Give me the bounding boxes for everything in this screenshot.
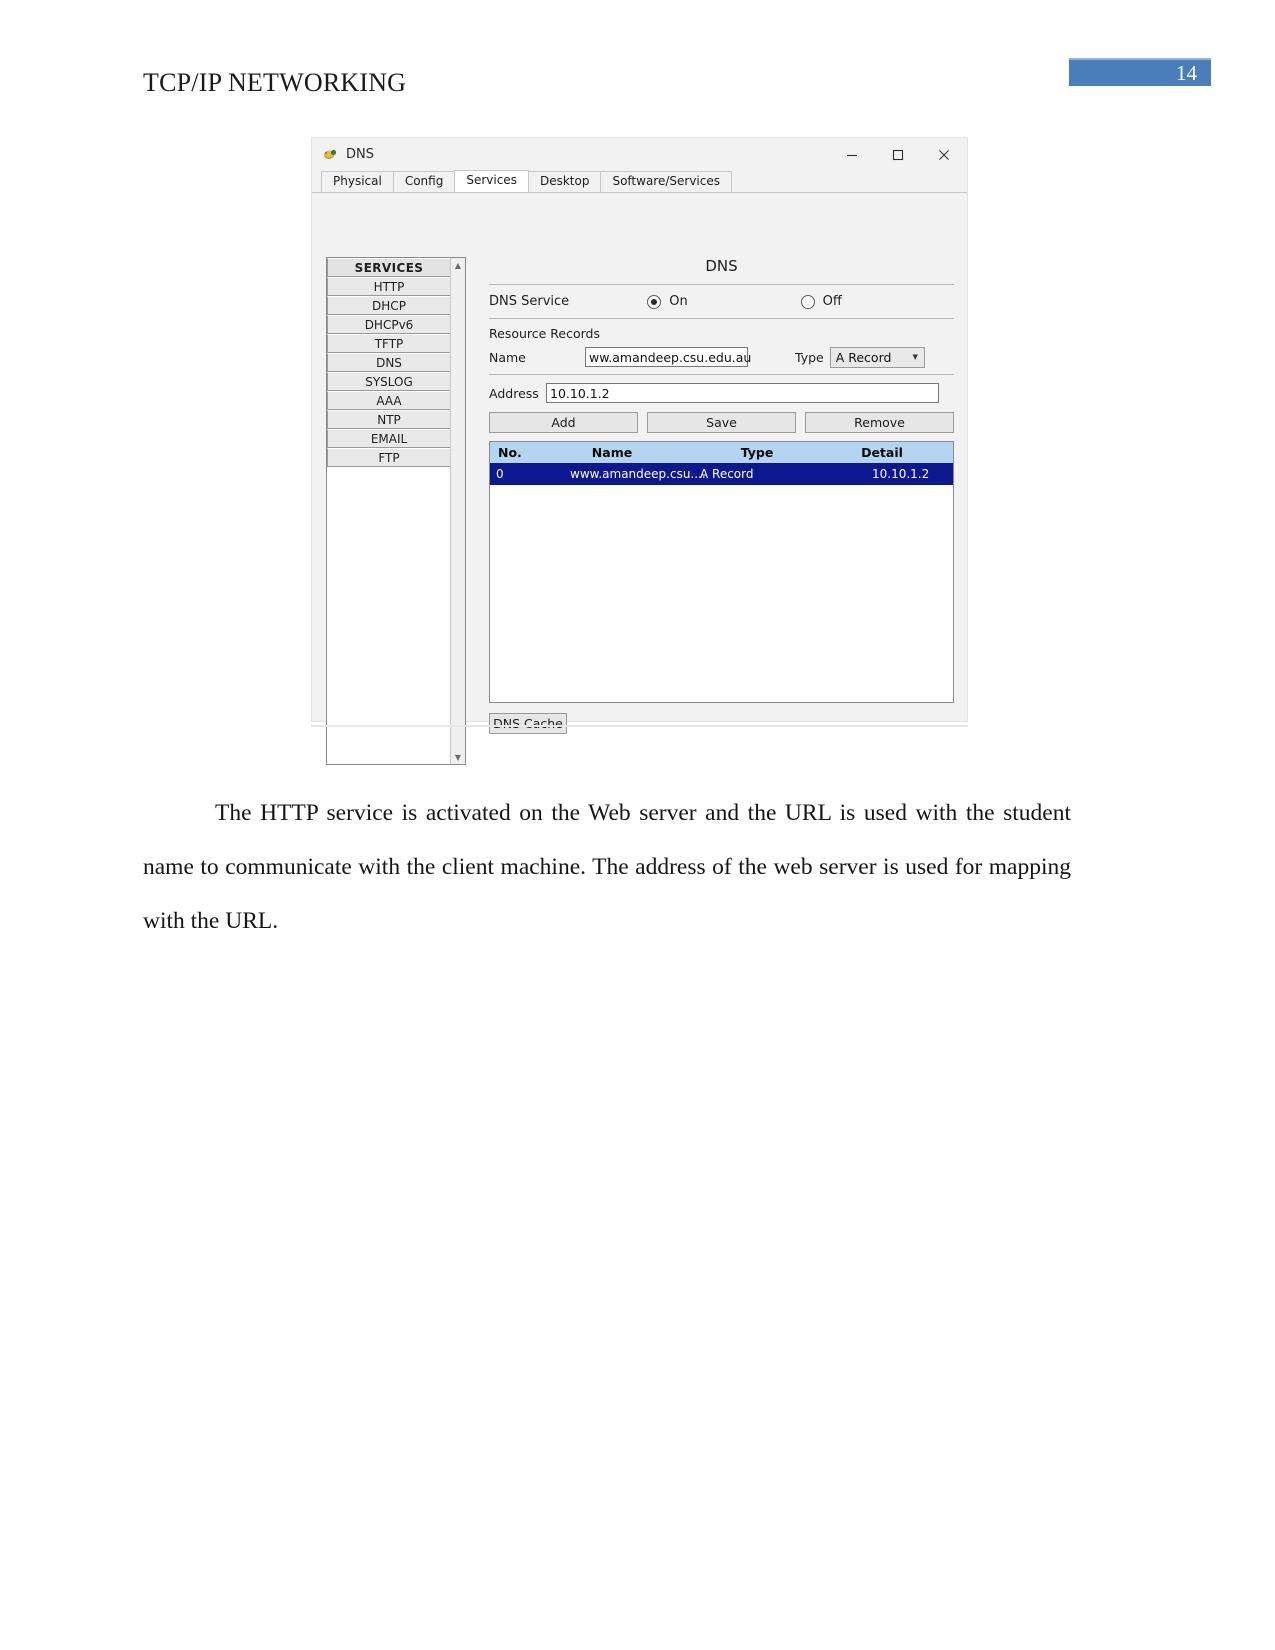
table-row[interactable]: 0 www.amandeep.csu.... A Record 10.10.1.… <box>490 463 953 485</box>
window-title: DNS <box>346 147 374 162</box>
address-input[interactable]: 10.10.1.2 <box>546 383 939 403</box>
dns-config-window: DNS Physical Config Services Desktop Sof… <box>311 137 968 765</box>
document-page: TCP/IP NETWORKING 14 DNS Physical Config… <box>0 0 1275 1650</box>
table-header-row: No. Name Type Detail <box>490 442 953 463</box>
sidebar-item-dhcpv6[interactable]: DHCPv6 <box>327 315 451 334</box>
maximize-icon[interactable] <box>875 138 921 171</box>
sidebar-item-http[interactable]: HTTP <box>327 277 451 296</box>
services-list-header: SERVICES <box>327 258 451 277</box>
page-number-badge: 14 <box>1069 58 1211 86</box>
tab-physical[interactable]: Physical <box>321 171 394 192</box>
page-header-title: TCP/IP NETWORKING <box>143 68 407 97</box>
radio-off-group[interactable]: Off <box>800 294 954 309</box>
sidebar-item-email[interactable]: EMAIL <box>327 429 451 448</box>
remove-button[interactable]: Remove <box>805 412 954 433</box>
window-titlebar: DNS <box>312 138 967 171</box>
pane-title: DNS <box>705 257 738 275</box>
dns-pane: DNS DNS Service On Off Resource Records <box>489 257 954 734</box>
cell-type: A Record <box>700 467 754 481</box>
radio-on-label: On <box>669 294 688 309</box>
sidebar-item-ntp[interactable]: NTP <box>327 410 451 429</box>
dns-cache-button[interactable]: DNS Cache <box>489 713 567 734</box>
radio-off-icon[interactable] <box>800 294 815 309</box>
sidebar-scrollbar[interactable]: ▲ ▼ <box>450 258 465 764</box>
screenshot-bottom-rule <box>311 725 968 727</box>
column-header-type: Type <box>740 445 774 460</box>
dns-service-label: DNS Service <box>489 294 570 309</box>
tab-desktop[interactable]: Desktop <box>527 171 602 192</box>
scroll-up-icon[interactable]: ▲ <box>451 258 465 272</box>
sidebar-item-dns[interactable]: DNS <box>327 353 451 372</box>
radio-on-icon[interactable] <box>647 294 662 309</box>
window-controls <box>829 138 967 171</box>
window-content: SERVICES HTTP DHCP DHCPv6 TFTP DNS SYSLO… <box>312 193 967 765</box>
address-row: Address 10.10.1.2 <box>489 382 954 404</box>
cell-name: www.amandeep.csu.... <box>570 467 706 481</box>
resource-records-table: No. Name Type Detail 0 www.amandeep.csu.… <box>489 441 954 703</box>
tab-software-services[interactable]: Software/Services <box>600 171 732 192</box>
scroll-down-icon[interactable]: ▼ <box>451 750 465 764</box>
column-header-name: Name <box>591 445 633 460</box>
sidebar-item-dhcp[interactable]: DHCP <box>327 296 451 315</box>
tab-strip: Physical Config Services Desktop Softwar… <box>312 170 967 193</box>
name-row: Name ww.amandeep.csu.edu.au Type A Recor… <box>489 346 954 368</box>
close-icon[interactable] <box>921 138 967 171</box>
sidebar-item-tftp[interactable]: TFTP <box>327 334 451 353</box>
body-paragraph: The HTTP service is activated on the Web… <box>143 799 1071 934</box>
tab-config[interactable]: Config <box>392 171 456 192</box>
services-list: SERVICES HTTP DHCP DHCPv6 TFTP DNS SYSLO… <box>327 258 451 467</box>
type-dropdown-value: A Record <box>835 349 892 365</box>
resource-records-label: Resource Records <box>489 326 600 341</box>
sidebar-item-ftp[interactable]: FTP <box>327 448 451 467</box>
sidebar-item-syslog[interactable]: SYSLOG <box>327 372 451 391</box>
cell-detail: 10.10.1.2 <box>872 467 930 481</box>
type-label: Type <box>795 349 824 365</box>
add-button[interactable]: Add <box>489 412 638 433</box>
cell-no: 0 <box>496 467 504 481</box>
services-sidebar: SERVICES HTTP DHCP DHCPv6 TFTP DNS SYSLO… <box>326 257 466 765</box>
minimize-icon[interactable] <box>829 138 875 171</box>
sidebar-item-aaa[interactable]: AAA <box>327 391 451 410</box>
dns-service-row: DNS Service On Off <box>489 285 954 318</box>
chevron-down-icon: ▼ <box>912 353 918 361</box>
tab-services[interactable]: Services <box>454 170 529 192</box>
column-header-detail: Detail <box>861 445 903 460</box>
divider-name <box>489 374 954 375</box>
save-button[interactable]: Save <box>647 412 796 433</box>
packet-tracer-device-icon <box>322 147 338 163</box>
radio-off-label: Off <box>822 294 842 309</box>
name-input[interactable]: ww.amandeep.csu.edu.au <box>585 347 751 367</box>
record-action-buttons: Add Save Remove <box>489 412 954 433</box>
name-label: Name <box>489 349 526 365</box>
address-label: Address <box>489 385 539 401</box>
radio-on-group[interactable]: On <box>647 294 800 309</box>
column-header-no: No. <box>498 445 522 460</box>
type-dropdown[interactable]: A Record ▼ <box>829 346 925 368</box>
